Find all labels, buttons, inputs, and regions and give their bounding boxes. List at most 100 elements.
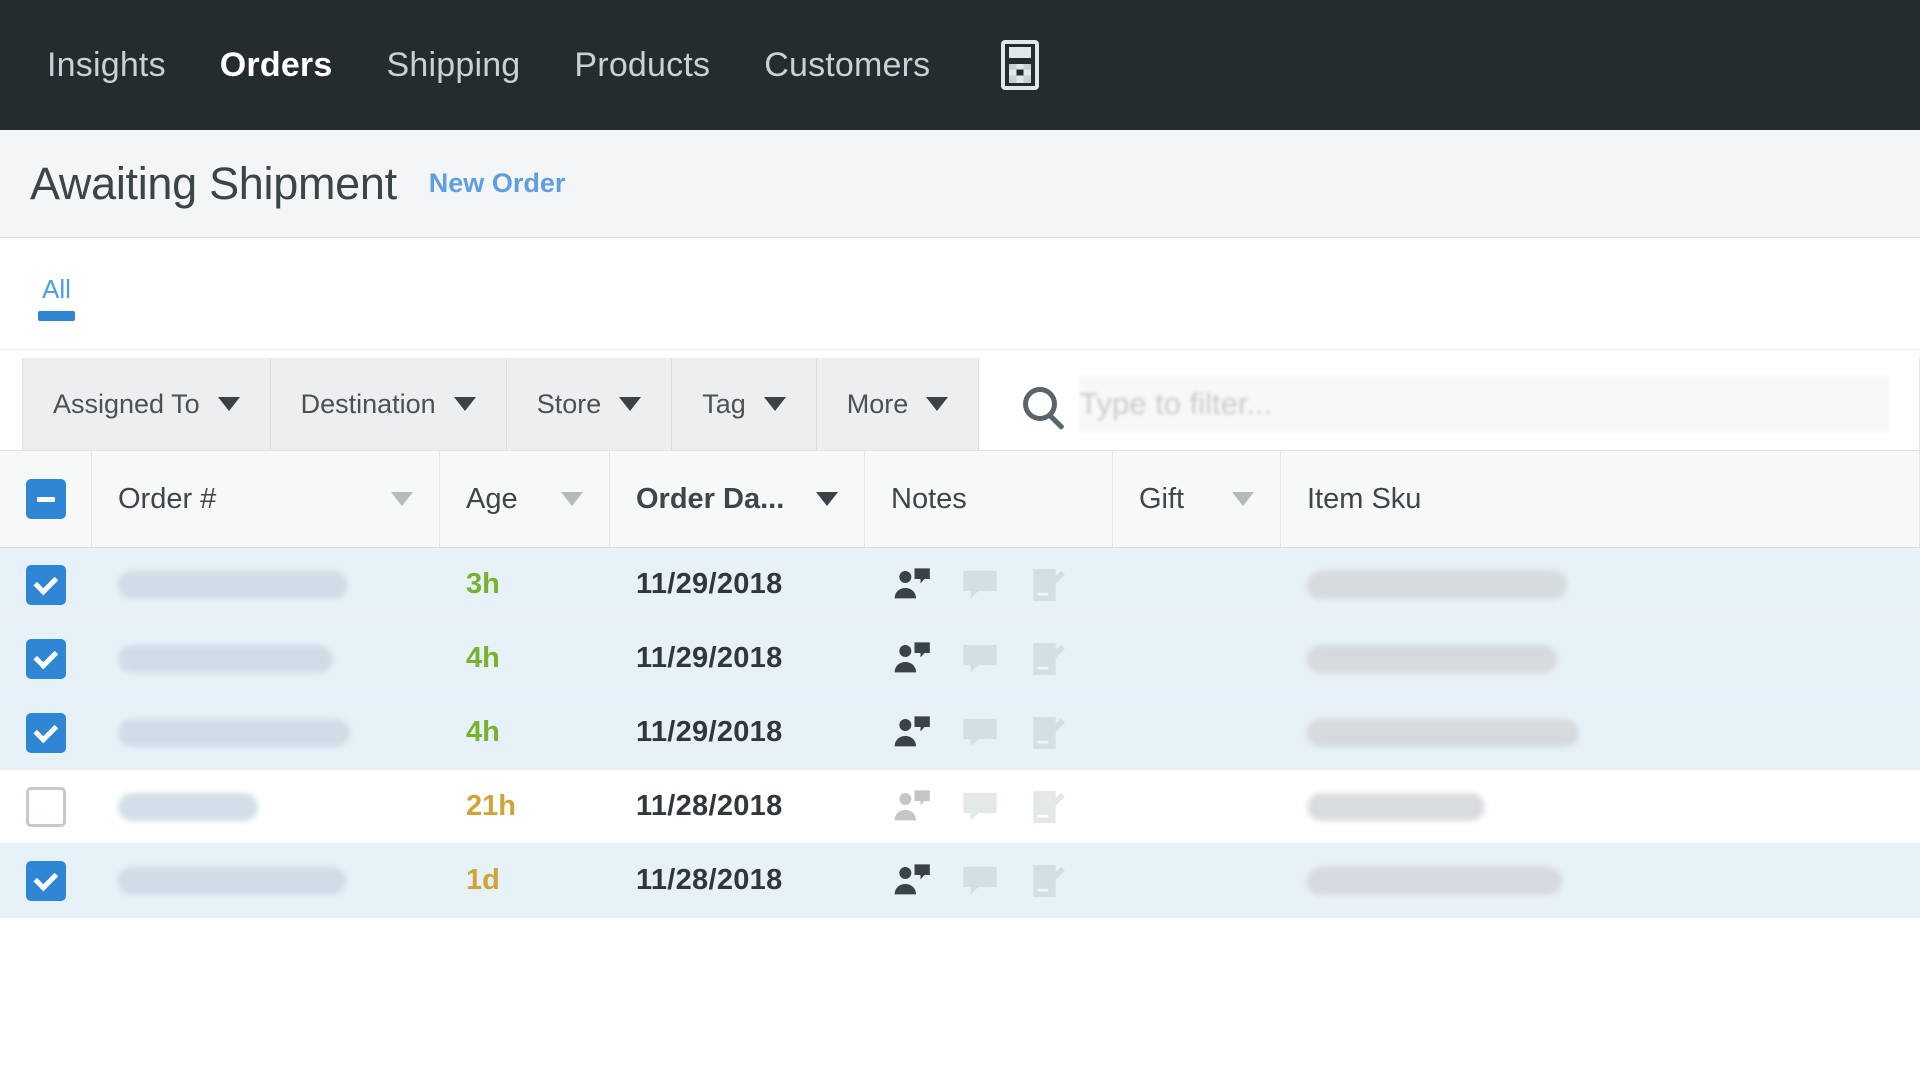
redacted-order-number	[118, 718, 350, 747]
cell-item-sku[interactable]	[1281, 696, 1920, 769]
nav-item-products[interactable]: Products	[547, 46, 737, 85]
select-all-checkbox-cell	[0, 451, 92, 547]
filter-assigned-to-label: Assigned To	[53, 388, 200, 419]
edit-note-icon[interactable]	[1027, 787, 1069, 827]
search-container	[979, 358, 1920, 450]
customer-note-icon[interactable]	[891, 713, 933, 753]
nav-item-customers[interactable]: Customers	[737, 46, 957, 85]
customer-note-icon[interactable]	[891, 639, 933, 679]
edit-note-icon[interactable]	[1027, 639, 1069, 679]
cell-order-number[interactable]	[92, 844, 440, 917]
page-title: Awaiting Shipment	[30, 157, 397, 209]
cell-order-date: 11/29/2018	[636, 642, 783, 674]
filter-store[interactable]: Store	[506, 358, 673, 450]
internal-note-icon[interactable]	[959, 787, 1001, 827]
cell-order-number[interactable]	[92, 770, 440, 843]
row-checkbox[interactable]	[26, 786, 66, 827]
cell-gift	[1113, 770, 1281, 843]
table-header-row: Order # Age Order Da... Notes Gift Item …	[0, 450, 1920, 548]
cell-order-number[interactable]	[92, 548, 440, 621]
filter-assigned-to[interactable]: Assigned To	[22, 358, 271, 450]
top-navigation-bar: Insights Orders Shipping Products Custom…	[0, 0, 1920, 130]
internal-note-icon[interactable]	[959, 639, 1001, 679]
table-row[interactable]: 4h 11/29/2018	[0, 696, 1920, 770]
redacted-order-number	[118, 792, 258, 821]
table-row[interactable]: 3h 11/29/2018	[0, 548, 1920, 622]
cell-order-number[interactable]	[92, 696, 440, 769]
internal-note-icon[interactable]	[959, 565, 1001, 605]
sort-caret-icon[interactable]	[561, 492, 583, 506]
customer-note-icon[interactable]	[891, 787, 933, 827]
calculator-icon-button[interactable]	[989, 34, 1051, 96]
table-row[interactable]: 21h 11/28/2018	[0, 770, 1920, 844]
column-label: Item Sku	[1307, 482, 1422, 515]
customer-note-icon[interactable]	[891, 861, 933, 901]
row-checkbox[interactable]	[26, 712, 66, 753]
column-header-notes[interactable]: Notes	[865, 451, 1113, 547]
filter-destination-label: Destination	[300, 388, 436, 419]
cell-item-sku[interactable]	[1281, 770, 1920, 843]
cell-order-date: 11/28/2018	[636, 864, 783, 896]
nav-item-orders[interactable]: Orders	[193, 46, 360, 85]
filter-more-label: More	[846, 388, 909, 419]
redacted-item-sku	[1307, 866, 1562, 895]
internal-note-icon[interactable]	[959, 861, 1001, 901]
nav-item-shipping[interactable]: Shipping	[359, 46, 547, 85]
customer-note-icon[interactable]	[891, 565, 933, 605]
edit-note-icon[interactable]	[1027, 713, 1069, 753]
filter-tag-label: Tag	[702, 388, 746, 419]
column-header-order-date[interactable]: Order Da...	[610, 451, 865, 547]
cell-notes	[865, 622, 1113, 695]
filter-tag[interactable]: Tag	[672, 358, 817, 450]
cell-order-number[interactable]	[92, 622, 440, 695]
sort-caret-icon[interactable]	[1232, 492, 1254, 506]
row-checkbox[interactable]	[26, 564, 66, 605]
select-all-checkbox[interactable]	[25, 479, 66, 519]
cell-gift	[1113, 696, 1281, 769]
nav-item-insights[interactable]: Insights	[20, 46, 193, 85]
column-header-item-sku[interactable]: Item Sku	[1281, 451, 1920, 547]
search-input[interactable]	[1079, 376, 1889, 432]
redacted-order-number	[118, 644, 333, 673]
cell-item-sku[interactable]	[1281, 548, 1920, 621]
redacted-item-sku	[1307, 718, 1579, 747]
cell-notes	[865, 770, 1113, 843]
row-checkbox[interactable]	[26, 860, 66, 901]
cell-item-sku[interactable]	[1281, 622, 1920, 695]
page-header: Awaiting Shipment New Order	[0, 130, 1920, 238]
sort-caret-icon[interactable]	[816, 492, 838, 506]
cell-notes	[865, 696, 1113, 769]
column-header-gift[interactable]: Gift	[1113, 451, 1281, 547]
table-row[interactable]: 1d 11/28/2018	[0, 844, 1920, 918]
redacted-item-sku	[1307, 570, 1567, 599]
edit-note-icon[interactable]	[1027, 565, 1069, 605]
row-checkbox-cell	[0, 844, 92, 917]
redacted-item-sku	[1307, 792, 1485, 821]
column-label: Order Da...	[636, 482, 785, 515]
cell-order-date: 11/29/2018	[636, 568, 783, 600]
sort-caret-icon[interactable]	[391, 492, 413, 506]
cell-notes	[865, 548, 1113, 621]
cell-age: 4h	[466, 716, 500, 748]
filter-more[interactable]: More	[816, 358, 980, 450]
column-label: Notes	[891, 482, 967, 515]
column-label: Order #	[118, 482, 217, 515]
row-checkbox-cell	[0, 548, 92, 621]
filter-destination[interactable]: Destination	[270, 358, 507, 450]
column-header-order-number[interactable]: Order #	[92, 451, 440, 547]
row-checkbox-cell	[0, 696, 92, 769]
orders-table: Order # Age Order Da... Notes Gift Item …	[0, 450, 1920, 918]
column-header-age[interactable]: Age	[440, 451, 610, 547]
row-checkbox[interactable]	[26, 638, 66, 679]
cell-gift	[1113, 622, 1281, 695]
edit-note-icon[interactable]	[1027, 861, 1069, 901]
tab-all[interactable]: All	[30, 238, 83, 321]
cell-age: 3h	[466, 568, 500, 600]
internal-note-icon[interactable]	[959, 713, 1001, 753]
calculator-icon	[1001, 40, 1040, 90]
new-order-link[interactable]: New Order	[429, 168, 566, 199]
cell-item-sku[interactable]	[1281, 844, 1920, 917]
row-checkbox-cell	[0, 622, 92, 695]
column-label: Age	[466, 482, 518, 515]
table-row[interactable]: 4h 11/29/2018	[0, 622, 1920, 696]
